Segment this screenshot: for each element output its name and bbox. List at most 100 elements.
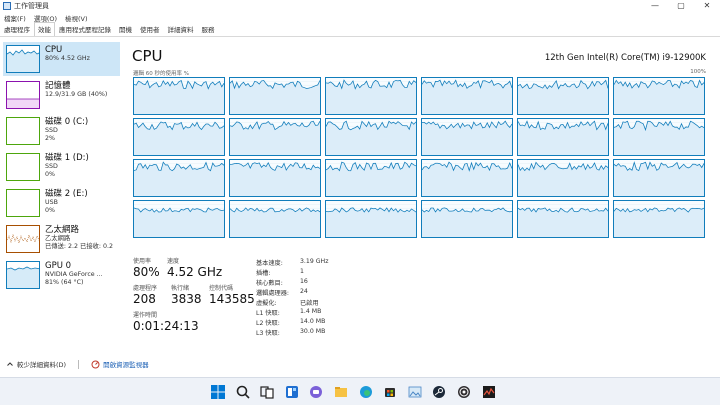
sidebar-item-detail: SSD bbox=[45, 163, 58, 170]
logical-processor-graph bbox=[517, 200, 609, 238]
utilization-area bbox=[134, 207, 224, 237]
detail-cores: 核心數目: 16 bbox=[256, 278, 356, 287]
resource-monitor-icon bbox=[91, 360, 100, 368]
logical-processor-graph bbox=[613, 200, 705, 238]
sidebar-item-title: 磁碟 1 (D:) bbox=[45, 153, 89, 163]
fewer-details-button[interactable]: 較少詳細資料(D) bbox=[6, 359, 66, 369]
edge-icon[interactable] bbox=[356, 382, 376, 402]
tab-performance[interactable]: 效能 bbox=[34, 22, 55, 36]
detail-key: 虛擬化: bbox=[256, 300, 277, 307]
windows-taskbar bbox=[0, 377, 720, 405]
title-bar: 工作管理員 — ▢ ✕ bbox=[0, 0, 720, 12]
detail-l1-cache: L1 快取: 1.4 MB bbox=[256, 308, 356, 317]
logical-processor-svg bbox=[230, 162, 320, 196]
detail-key: 核心數目: bbox=[256, 280, 283, 287]
logical-processor-svg bbox=[134, 204, 224, 237]
sidebar-item-title: CPU bbox=[45, 45, 63, 55]
logical-processor-graph bbox=[229, 118, 321, 156]
search-icon[interactable] bbox=[233, 382, 253, 402]
sidebar-item-detail: 已傳送: 2.2 已接收: 0.2 bbox=[45, 243, 114, 250]
logical-processor-svg bbox=[230, 80, 320, 114]
logical-processor-graph bbox=[325, 77, 417, 115]
minimize-button[interactable]: — bbox=[642, 0, 668, 12]
logical-processor-svg bbox=[326, 120, 416, 155]
sidebar-item-detail: 0% bbox=[45, 171, 55, 178]
tab-bar: 處理程序 效能 應用程式歷程記錄 開機 使用者 詳細資料 服務 bbox=[0, 22, 720, 37]
steam-icon[interactable] bbox=[429, 382, 449, 402]
detail-logical-processors: 邏輯處理器: 24 bbox=[256, 288, 356, 297]
utilization-area bbox=[614, 121, 704, 155]
sidebar-item-memory[interactable]: 記憶體 12.9/31.9 GB (40%) bbox=[3, 78, 120, 112]
logical-processor-graph bbox=[133, 159, 225, 197]
logical-processor-graph bbox=[133, 118, 225, 156]
ethernet-mini-graph bbox=[6, 225, 40, 253]
cpu-mini-graph bbox=[6, 45, 40, 73]
file-explorer-icon[interactable] bbox=[331, 382, 351, 402]
task-manager-icon[interactable] bbox=[479, 382, 499, 402]
footer-separator bbox=[78, 359, 80, 369]
logical-processor-graph bbox=[613, 118, 705, 156]
logical-processor-svg bbox=[230, 120, 320, 155]
ethernet-mini-graph-svg bbox=[7, 233, 39, 245]
logical-processor-svg bbox=[614, 161, 704, 196]
logical-processor-graph bbox=[613, 77, 705, 115]
chat-icon[interactable] bbox=[306, 382, 326, 402]
sidebar-item-detail: 0% bbox=[45, 207, 55, 214]
detail-value: 已啟用 bbox=[300, 300, 319, 307]
speed-stat: 速度 4.52 GHz bbox=[167, 258, 222, 279]
detail-key: 邏輯處理器: bbox=[256, 290, 290, 297]
logical-processor-graph bbox=[421, 200, 513, 238]
maximize-button[interactable]: ▢ bbox=[668, 0, 694, 12]
logical-processor-svg bbox=[326, 161, 416, 196]
logical-processor-svg bbox=[518, 79, 608, 114]
tab-services[interactable]: 服務 bbox=[198, 22, 219, 36]
sidebar-item-detail: 乙太網路 bbox=[45, 235, 71, 242]
tab-details[interactable]: 詳細資料 bbox=[164, 22, 198, 36]
logical-processor-svg bbox=[230, 204, 320, 237]
tab-app-history[interactable]: 應用程式歷程記錄 bbox=[55, 22, 115, 36]
detail-value: 30.0 MB bbox=[300, 328, 326, 335]
obs-icon[interactable] bbox=[454, 382, 474, 402]
photos-icon[interactable] bbox=[405, 382, 425, 402]
widgets-icon[interactable] bbox=[282, 382, 302, 402]
disk-1-mini-graph bbox=[6, 153, 40, 181]
processes-stat: 處理程序 208 bbox=[133, 285, 157, 306]
disk-2-mini-graph bbox=[6, 189, 40, 217]
logical-processor-svg bbox=[422, 79, 512, 114]
detail-value: 24 bbox=[300, 288, 308, 295]
utilization-area bbox=[422, 121, 512, 155]
logical-processor-graph bbox=[229, 77, 321, 115]
uptime-stat: 運作時間 0:01:24:13 bbox=[133, 312, 199, 333]
detail-key: L1 快取: bbox=[256, 310, 280, 317]
sidebar-item-gpu-0[interactable]: GPU 0 NVIDIA GeForce ... 81% (64 °C) bbox=[3, 258, 120, 292]
sidebar-item-cpu[interactable]: CPU 80% 4.52 GHz bbox=[3, 42, 120, 76]
detail-value: 16 bbox=[300, 278, 308, 285]
logical-processor-svg bbox=[326, 79, 416, 114]
sidebar-item-disk-2[interactable]: 磁碟 2 (E:) USB 0% bbox=[3, 186, 120, 220]
tab-startup[interactable]: 開機 bbox=[115, 22, 136, 36]
utilization-stat: 使用率 80% bbox=[133, 258, 160, 279]
tab-users[interactable]: 使用者 bbox=[136, 22, 164, 36]
sidebar-item-detail: 80% 4.52 GHz bbox=[45, 55, 90, 62]
sidebar-item-disk-1[interactable]: 磁碟 1 (D:) SSD 0% bbox=[3, 150, 120, 184]
store-icon[interactable] bbox=[380, 382, 400, 402]
utilization-area bbox=[518, 207, 608, 237]
windows-start-icon[interactable] bbox=[208, 382, 228, 402]
utilization-area bbox=[134, 80, 224, 114]
open-resource-monitor-label: 開啟資源監視器 bbox=[103, 361, 149, 369]
footer-bar: 較少詳細資料(D) 開啟資源監視器 bbox=[0, 357, 720, 371]
logical-processor-graph bbox=[517, 118, 609, 156]
sidebar-item-ethernet[interactable]: 乙太網路 乙太網路 已傳送: 2.2 已接收: 0.2 bbox=[3, 222, 120, 256]
tab-processes[interactable]: 處理程序 bbox=[0, 22, 34, 36]
close-button[interactable]: ✕ bbox=[694, 0, 720, 12]
sidebar-item-detail: 2% bbox=[45, 135, 55, 142]
open-resource-monitor-link[interactable]: 開啟資源監視器 bbox=[91, 359, 149, 369]
detail-value: 1.4 MB bbox=[300, 308, 322, 315]
memory-mini-graph-svg bbox=[7, 98, 39, 108]
logical-processor-svg bbox=[134, 79, 224, 114]
logical-processor-graph bbox=[421, 159, 513, 197]
window-controls: — ▢ ✕ bbox=[642, 0, 720, 12]
sidebar-item-disk-0[interactable]: 磁碟 0 (C:) SSD 2% bbox=[3, 114, 120, 148]
task-view-icon[interactable] bbox=[257, 382, 277, 402]
logical-processor-graph bbox=[133, 200, 225, 238]
